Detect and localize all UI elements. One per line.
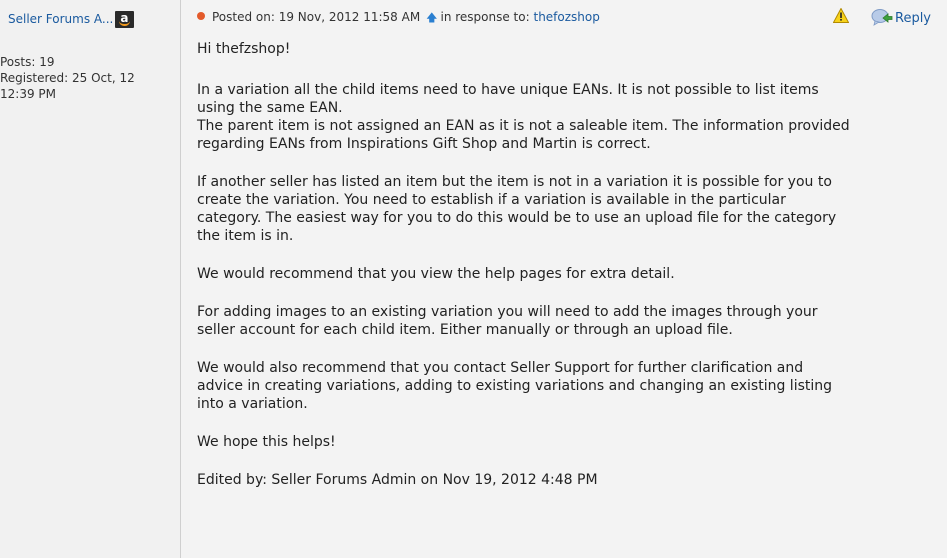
author-registered-date: Registered: 25 Oct, 12 xyxy=(0,71,135,85)
post-content: Posted on: 19 Nov, 2012 11:58 AM 🡅 in resp… xyxy=(181,0,947,558)
post-body: Hi thefzshop! In a variation all the chi… xyxy=(197,40,947,489)
reply-button[interactable]: Reply xyxy=(871,7,931,26)
post-paragraph: For adding images to an existing variati… xyxy=(197,304,818,338)
post-greeting: Hi thefzshop! xyxy=(197,41,291,57)
up-arrow-icon[interactable]: 🡅 xyxy=(426,9,437,28)
author-posts: Posts: 19 xyxy=(0,55,55,69)
amazon-badge-icon: a xyxy=(115,10,135,28)
edited-note: Edited by: Seller Forums Admin on Nov 19… xyxy=(197,472,598,488)
post-paragraph: In a variation all the child items need … xyxy=(197,82,850,152)
posted-date: Posted on: 19 Nov, 2012 11:58 AM xyxy=(212,10,421,24)
reply-icon xyxy=(871,8,893,26)
post-paragraph: We would recommend that you view the hel… xyxy=(197,266,675,282)
post-paragraph: If another seller has listed an item but… xyxy=(197,174,837,244)
warning-icon[interactable] xyxy=(833,8,849,23)
author-sidebar: Seller Forums A... a Posts: 19 Registere… xyxy=(0,0,181,558)
post-paragraph: We hope this helps! xyxy=(197,434,336,450)
author-row: Seller Forums A... a xyxy=(8,9,135,29)
author-stats: Posts: 19 Registered: 25 Oct, 12 12:39 P… xyxy=(0,54,176,102)
author-name-link[interactable]: Seller Forums A... xyxy=(8,12,113,26)
forum-post: Seller Forums A... a Posts: 19 Registere… xyxy=(0,0,947,558)
post-meta-bar: Posted on: 19 Nov, 2012 11:58 AM 🡅 in resp… xyxy=(181,0,947,34)
reply-label: Reply xyxy=(895,11,932,26)
status-dot-icon xyxy=(197,12,205,20)
post-paragraph: We would also recommend that you contact… xyxy=(197,360,833,412)
post-meta-text: Posted on: 19 Nov, 2012 11:58 AM 🡅 in resp… xyxy=(212,9,600,28)
response-user-link[interactable]: thefozshop xyxy=(533,10,599,24)
author-registered-time: 12:39 PM xyxy=(0,87,56,101)
in-response-label: in response to: xyxy=(440,10,530,24)
